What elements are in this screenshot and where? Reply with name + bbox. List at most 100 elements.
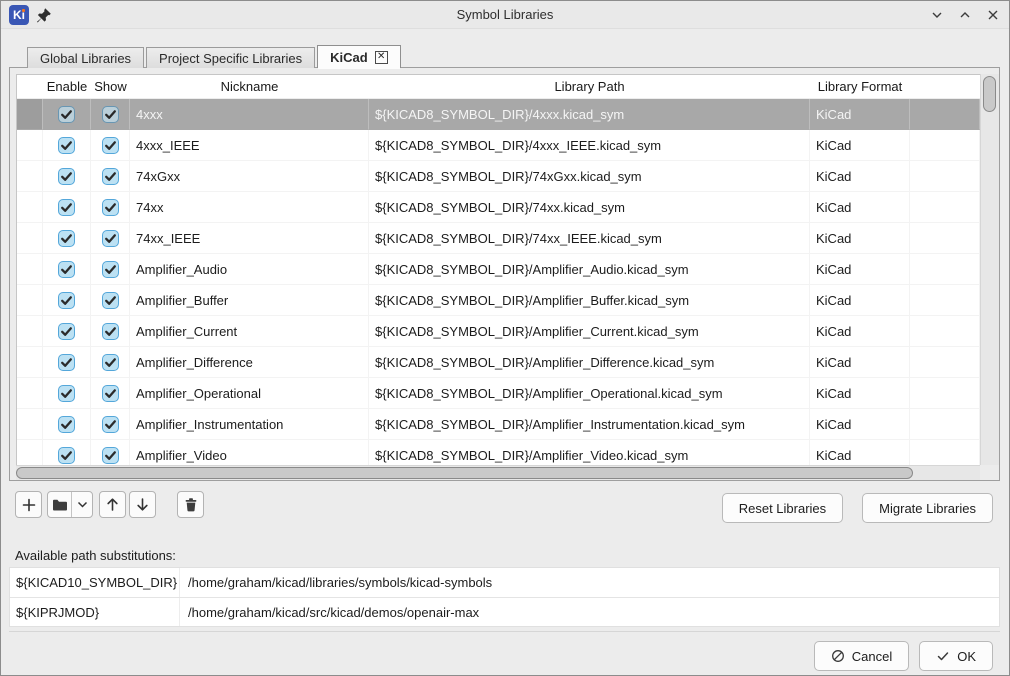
- nickname-cell[interactable]: Amplifier_Difference: [130, 347, 369, 378]
- cancel-button[interactable]: Cancel: [814, 641, 909, 671]
- enable-checkbox[interactable]: [58, 230, 75, 247]
- reset-libraries-button[interactable]: Reset Libraries: [722, 493, 843, 523]
- nickname-cell[interactable]: Amplifier_Current: [130, 316, 369, 347]
- enable-checkbox[interactable]: [58, 385, 75, 402]
- nickname-cell[interactable]: Amplifier_Video: [130, 440, 369, 465]
- move-up-button[interactable]: [99, 491, 126, 518]
- table-row[interactable]: 74xx ${KICAD8_SYMBOL_DIR}/74xx.kicad_sym…: [17, 192, 980, 223]
- delete-library-button[interactable]: [177, 491, 204, 518]
- library-path-cell[interactable]: ${KICAD8_SYMBOL_DIR}/Amplifier_Buffer.ki…: [369, 285, 810, 316]
- show-checkbox[interactable]: [102, 137, 119, 154]
- show-checkbox[interactable]: [102, 292, 119, 309]
- library-path-cell[interactable]: ${KICAD8_SYMBOL_DIR}/Amplifier_Differenc…: [369, 347, 810, 378]
- nickname-cell[interactable]: 4xxx: [130, 99, 369, 130]
- column-header-library-format[interactable]: Library Format: [810, 75, 910, 98]
- nickname-cell[interactable]: Amplifier_Buffer: [130, 285, 369, 316]
- library-format-cell[interactable]: KiCad: [810, 347, 910, 378]
- library-path-cell[interactable]: ${KICAD8_SYMBOL_DIR}/Amplifier_Audio.kic…: [369, 254, 810, 285]
- maximize-icon[interactable]: [957, 7, 973, 23]
- table-row[interactable]: Amplifier_Instrumentation ${KICAD8_SYMBO…: [17, 409, 980, 440]
- nickname-cell[interactable]: 74xx: [130, 192, 369, 223]
- row-header-cell[interactable]: [17, 440, 43, 465]
- row-header-cell[interactable]: [17, 192, 43, 223]
- tab-global-libraries[interactable]: Global Libraries: [27, 47, 144, 68]
- column-header-nickname[interactable]: Nickname: [130, 75, 369, 98]
- tab-project-specific-libraries[interactable]: Project Specific Libraries: [146, 47, 315, 68]
- horizontal-scrollbar[interactable]: [16, 465, 980, 480]
- library-format-cell[interactable]: KiCad: [810, 440, 910, 465]
- enable-checkbox[interactable]: [58, 137, 75, 154]
- library-path-cell[interactable]: ${KICAD8_SYMBOL_DIR}/74xx_IEEE.kicad_sym: [369, 223, 810, 254]
- nickname-cell[interactable]: Amplifier_Instrumentation: [130, 409, 369, 440]
- show-checkbox[interactable]: [102, 261, 119, 278]
- enable-checkbox[interactable]: [58, 416, 75, 433]
- library-format-cell[interactable]: KiCad: [810, 161, 910, 192]
- library-format-cell[interactable]: KiCad: [810, 223, 910, 254]
- enable-checkbox[interactable]: [58, 199, 75, 216]
- table-row[interactable]: Amplifier_Difference ${KICAD8_SYMBOL_DIR…: [17, 347, 980, 378]
- tab-close-icon[interactable]: ✕: [375, 51, 388, 64]
- library-path-cell[interactable]: ${KICAD8_SYMBOL_DIR}/Amplifier_Video.kic…: [369, 440, 810, 465]
- library-format-cell[interactable]: KiCad: [810, 285, 910, 316]
- row-header-cell[interactable]: [17, 254, 43, 285]
- enable-checkbox[interactable]: [58, 261, 75, 278]
- enable-checkbox[interactable]: [58, 323, 75, 340]
- enable-checkbox[interactable]: [58, 168, 75, 185]
- minimize-icon[interactable]: [929, 7, 945, 23]
- show-checkbox[interactable]: [102, 106, 119, 123]
- path-substitution-row[interactable]: ${KICAD10_SYMBOL_DIR} /home/graham/kicad…: [10, 568, 999, 597]
- show-checkbox[interactable]: [102, 385, 119, 402]
- library-path-cell[interactable]: ${KICAD8_SYMBOL_DIR}/4xxx_IEEE.kicad_sym: [369, 130, 810, 161]
- row-header-cell[interactable]: [17, 99, 43, 130]
- column-header-enable[interactable]: Enable: [43, 75, 91, 98]
- library-path-cell[interactable]: ${KICAD8_SYMBOL_DIR}/Amplifier_Operation…: [369, 378, 810, 409]
- table-row[interactable]: Amplifier_Audio ${KICAD8_SYMBOL_DIR}/Amp…: [17, 254, 980, 285]
- path-substitution-row[interactable]: ${KIPRJMOD} /home/graham/kicad/src/kicad…: [10, 597, 999, 626]
- vertical-scrollbar[interactable]: [980, 74, 999, 465]
- table-row[interactable]: 74xx_IEEE ${KICAD8_SYMBOL_DIR}/74xx_IEEE…: [17, 223, 980, 254]
- row-header-cell[interactable]: [17, 130, 43, 161]
- nickname-cell[interactable]: 4xxx_IEEE: [130, 130, 369, 161]
- horizontal-scrollbar-thumb[interactable]: [16, 467, 913, 479]
- move-down-button[interactable]: [129, 491, 156, 518]
- library-path-cell[interactable]: ${KICAD8_SYMBOL_DIR}/4xxx.kicad_sym: [369, 99, 810, 130]
- row-header-cell[interactable]: [17, 285, 43, 316]
- table-row[interactable]: Amplifier_Operational ${KICAD8_SYMBOL_DI…: [17, 378, 980, 409]
- ok-button[interactable]: OK: [919, 641, 993, 671]
- folder-icon[interactable]: [48, 492, 72, 517]
- row-header-cell[interactable]: [17, 409, 43, 440]
- library-format-cell[interactable]: KiCad: [810, 316, 910, 347]
- nickname-cell[interactable]: Amplifier_Audio: [130, 254, 369, 285]
- table-row[interactable]: 4xxx_IEEE ${KICAD8_SYMBOL_DIR}/4xxx_IEEE…: [17, 130, 980, 161]
- library-path-cell[interactable]: ${KICAD8_SYMBOL_DIR}/74xx.kicad_sym: [369, 192, 810, 223]
- nickname-cell[interactable]: 74xGxx: [130, 161, 369, 192]
- chevron-down-icon[interactable]: [72, 492, 92, 517]
- table-row[interactable]: Amplifier_Video ${KICAD8_SYMBOL_DIR}/Amp…: [17, 440, 980, 465]
- row-header-cell[interactable]: [17, 378, 43, 409]
- row-header-cell[interactable]: [17, 347, 43, 378]
- library-path-cell[interactable]: ${KICAD8_SYMBOL_DIR}/Amplifier_Current.k…: [369, 316, 810, 347]
- migrate-libraries-button[interactable]: Migrate Libraries: [862, 493, 993, 523]
- nickname-cell[interactable]: Amplifier_Operational: [130, 378, 369, 409]
- nickname-cell[interactable]: 74xx_IEEE: [130, 223, 369, 254]
- library-format-cell[interactable]: KiCad: [810, 130, 910, 161]
- enable-checkbox[interactable]: [58, 292, 75, 309]
- library-format-cell[interactable]: KiCad: [810, 192, 910, 223]
- add-library-button[interactable]: [15, 491, 42, 518]
- show-checkbox[interactable]: [102, 323, 119, 340]
- table-row[interactable]: Amplifier_Buffer ${KICAD8_SYMBOL_DIR}/Am…: [17, 285, 980, 316]
- column-header-show[interactable]: Show: [91, 75, 130, 98]
- enable-checkbox[interactable]: [58, 447, 75, 464]
- table-row[interactable]: 4xxx ${KICAD8_SYMBOL_DIR}/4xxx.kicad_sym…: [17, 99, 980, 130]
- row-header-cell[interactable]: [17, 223, 43, 254]
- enable-checkbox[interactable]: [58, 106, 75, 123]
- library-path-cell[interactable]: ${KICAD8_SYMBOL_DIR}/74xGxx.kicad_sym: [369, 161, 810, 192]
- library-format-cell[interactable]: KiCad: [810, 99, 910, 130]
- table-row[interactable]: 74xGxx ${KICAD8_SYMBOL_DIR}/74xGxx.kicad…: [17, 161, 980, 192]
- enable-checkbox[interactable]: [58, 354, 75, 371]
- library-path-cell[interactable]: ${KICAD8_SYMBOL_DIR}/Amplifier_Instrumen…: [369, 409, 810, 440]
- close-icon[interactable]: [985, 7, 1001, 23]
- library-format-cell[interactable]: KiCad: [810, 254, 910, 285]
- table-row[interactable]: Amplifier_Current ${KICAD8_SYMBOL_DIR}/A…: [17, 316, 980, 347]
- show-checkbox[interactable]: [102, 447, 119, 464]
